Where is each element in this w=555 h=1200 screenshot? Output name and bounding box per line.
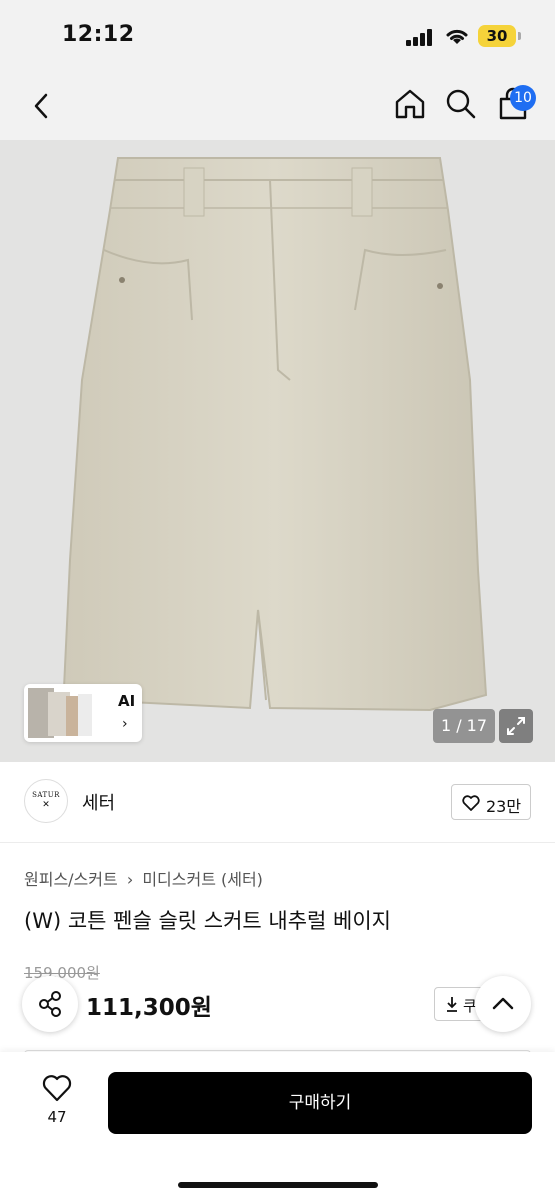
chevron-up-icon (492, 997, 514, 1010)
share-button[interactable] (22, 976, 78, 1032)
status-bar: 12:12 30 (0, 0, 555, 72)
brand-like-count: 23만 (486, 797, 522, 816)
product-image[interactable] (0, 140, 555, 762)
heart-icon (462, 795, 480, 811)
download-icon (447, 997, 457, 1012)
back-arrow-icon[interactable] (26, 90, 58, 122)
ai-similar-thumbnails[interactable]: AI › (24, 684, 142, 742)
thumbnail-images (28, 688, 92, 738)
bottom-bar: 47 구매하기 (0, 1052, 555, 1200)
battery-cap (518, 32, 521, 40)
home-indicator (178, 1182, 378, 1188)
nav-bar: 10 (0, 72, 555, 140)
breadcrumb: 원피스/스커트 › 미디스커트 (세터) (24, 866, 263, 890)
chevron-right-icon: › (122, 716, 128, 732)
skirt-image (62, 157, 488, 712)
wishlist-button[interactable]: 47 (34, 1074, 80, 1134)
scroll-top-button[interactable] (475, 976, 531, 1032)
image-page-counter: 1 / 17 (433, 709, 495, 743)
breadcrumb-subcategory[interactable]: 미디스커트 (세터) (142, 866, 263, 890)
brand-like-button[interactable]: 23만 (451, 784, 531, 820)
buy-button[interactable]: 구매하기 (108, 1072, 532, 1134)
brand-name[interactable]: 세터 (82, 789, 115, 815)
divider (0, 842, 555, 843)
status-time: 12:12 (62, 22, 135, 47)
wifi-icon (446, 29, 468, 44)
sale-price: 111,300원 (86, 995, 212, 1021)
ai-label: AI (118, 692, 136, 710)
home-icon[interactable] (393, 87, 427, 121)
signal-icon (406, 28, 436, 46)
brand-row[interactable]: SATUR ✕ 세터 23만 (0, 762, 555, 842)
product-title: (W) 코튼 펜슬 슬릿 스커트 내추럴 베이지 (24, 909, 392, 933)
search-icon[interactable] (444, 87, 478, 121)
breadcrumb-category[interactable]: 원피스/스커트 (24, 866, 118, 890)
cart-badge: 10 (510, 85, 536, 111)
expand-icon[interactable] (499, 709, 533, 743)
brand-logo[interactable]: SATUR ✕ (24, 779, 68, 823)
heart-icon (42, 1075, 72, 1102)
share-icon (39, 991, 61, 1017)
chevron-right-icon: › (126, 870, 134, 889)
wishlist-count: 47 (47, 1108, 67, 1126)
battery-icon: 30 (478, 25, 516, 47)
